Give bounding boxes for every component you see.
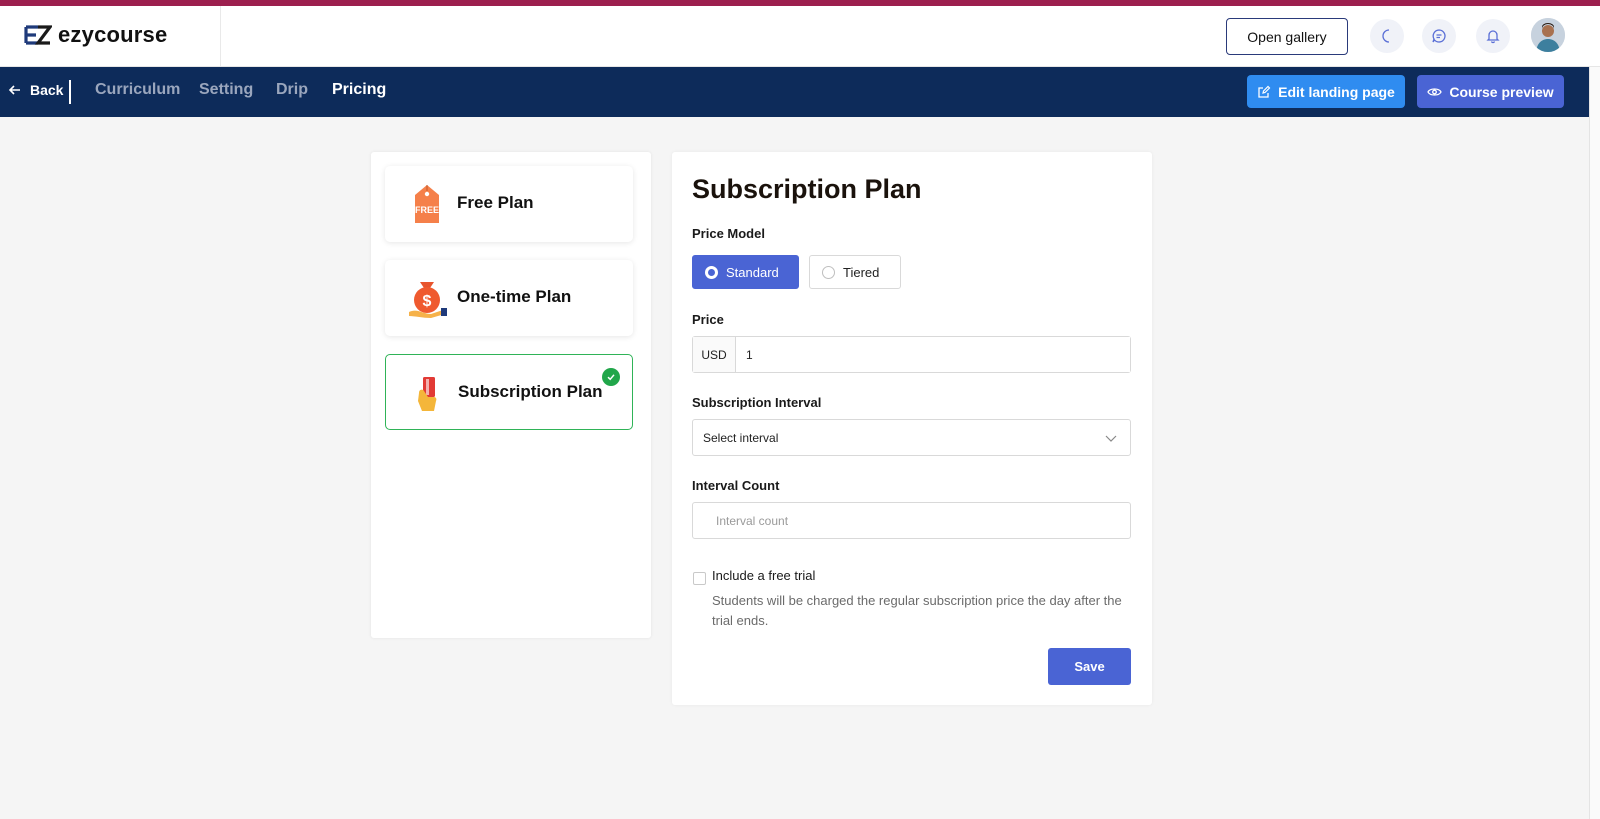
radio-selected-icon <box>705 265 718 279</box>
notifications-button[interactable] <box>1476 19 1510 53</box>
ez-logo-icon <box>24 25 52 45</box>
interval-count-input[interactable] <box>692 502 1131 539</box>
chevron-down-icon <box>1105 435 1117 442</box>
back-link[interactable]: Back <box>8 82 63 98</box>
currency-prefix: USD <box>693 337 736 372</box>
radio-unselected-icon <box>822 265 835 279</box>
plan-card-one-time[interactable]: $ One-time Plan <box>385 260 633 336</box>
plan-label-free: Free Plan <box>457 193 534 212</box>
subscription-form: Subscription Plan Price Model Standard T… <box>672 152 1152 705</box>
money-bag-icon: $ <box>409 282 447 318</box>
logo[interactable]: ezycourse <box>24 20 167 50</box>
course-preview-button[interactable]: Course preview <box>1417 75 1564 108</box>
interval-select-value: Select interval <box>703 430 779 445</box>
avatar-icon <box>1531 18 1565 52</box>
card-in-hand-icon <box>418 377 437 411</box>
free-tag-icon: FREE <box>415 185 439 223</box>
free-trial-help-text: Students will be charged the regular sub… <box>712 593 1122 628</box>
price-field-group: USD <box>692 336 1131 373</box>
tiered-label: Tiered <box>843 264 880 280</box>
price-model-tiered[interactable]: Tiered <box>809 255 901 289</box>
free-trial-label: Include a free trial <box>712 568 816 583</box>
form-title: Subscription Plan <box>692 174 922 204</box>
price-model-label: Price Model <box>692 226 765 241</box>
price-model-standard[interactable]: Standard <box>692 255 799 289</box>
checkmark-icon <box>607 374 615 381</box>
chat-icon <box>1432 29 1446 43</box>
save-button[interactable]: Save <box>1048 648 1131 685</box>
interval-count-label: Interval Count <box>692 478 780 493</box>
user-avatar[interactable] <box>1531 18 1565 52</box>
arrow-left-icon <box>8 85 20 95</box>
plan-label-subscription: Subscription Plan <box>458 382 603 401</box>
selected-check-badge <box>602 368 620 386</box>
subscription-interval-select[interactable]: Select interval <box>692 419 1131 456</box>
edit-landing-page-button[interactable]: Edit landing page <box>1247 75 1405 108</box>
plan-selector: FREE Free Plan $ One-time Plan Subscript… <box>371 152 651 638</box>
tab-drip[interactable]: Drip <box>276 81 308 99</box>
plan-label-one-time: One-time Plan <box>457 287 572 306</box>
edit-icon <box>1258 85 1271 98</box>
page-scrollbar[interactable] <box>1589 67 1600 819</box>
subscription-interval-label: Subscription Interval <box>692 395 822 410</box>
svg-text:$: $ <box>423 293 432 310</box>
price-label: Price <box>692 312 724 327</box>
moon-icon <box>1382 29 1390 43</box>
logo-text: ezycourse <box>58 22 168 47</box>
price-input[interactable] <box>736 337 1130 372</box>
open-gallery-button[interactable]: Open gallery <box>1226 18 1348 55</box>
eye-icon <box>1427 87 1443 96</box>
app-header: ezycourse Open gallery <box>0 6 1600 67</box>
nav-separator <box>69 80 71 104</box>
standard-label: Standard <box>726 264 779 280</box>
course-preview-label: Course preview <box>1449 83 1554 100</box>
back-label: Back <box>30 82 64 98</box>
edit-landing-label: Edit landing page <box>1278 83 1395 100</box>
plan-card-subscription[interactable]: Subscription Plan <box>385 354 633 430</box>
header-divider <box>220 6 221 66</box>
dark-mode-toggle[interactable] <box>1370 19 1404 53</box>
plan-card-free[interactable]: FREE Free Plan <box>385 166 633 242</box>
free-trial-checkbox[interactable] <box>693 572 706 585</box>
tab-pricing[interactable]: Pricing <box>332 81 386 99</box>
chat-button[interactable] <box>1422 19 1456 53</box>
course-nav-bar: Back Curriculum Setting Drip Pricing Edi… <box>0 67 1600 117</box>
tab-curriculum[interactable]: Curriculum <box>95 81 180 99</box>
bell-icon <box>1486 30 1500 44</box>
tab-setting[interactable]: Setting <box>199 81 253 99</box>
svg-text:FREE: FREE <box>415 205 439 215</box>
